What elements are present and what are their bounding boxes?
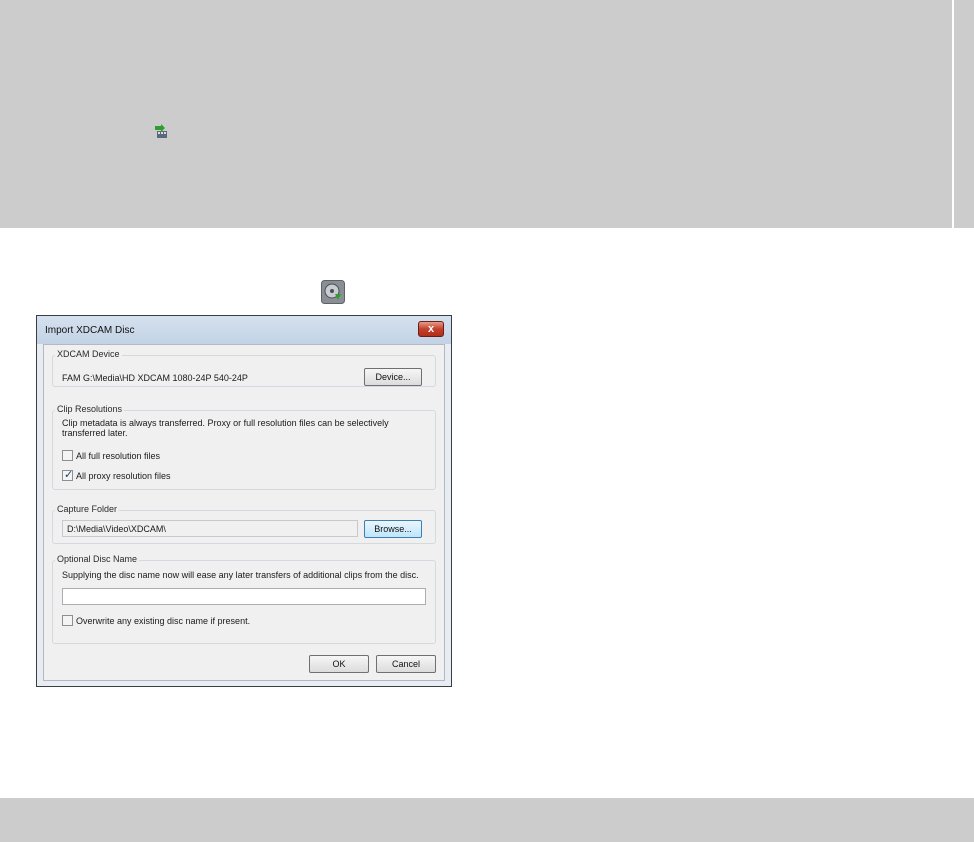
band-divider [952, 0, 954, 228]
clip-resolutions-group: Clip Resolutions Clip metadata is always… [52, 404, 436, 490]
capture-folder-legend: Capture Folder [55, 504, 120, 514]
capture-folder-group: Capture Folder D:\Media\Video\XDCAM\ Bro… [52, 504, 436, 544]
top-gray-band [0, 0, 974, 228]
disc-name-description: Supplying the disc name now will ease an… [62, 570, 419, 580]
full-resolution-label: All full resolution files [76, 451, 161, 461]
xdcam-device-group: XDCAM Device FAM G:\Media\HD XDCAM 1080-… [52, 349, 436, 387]
capture-folder-path: D:\Media\Video\XDCAM\ [67, 524, 166, 534]
proxy-resolution-label: All proxy resolution files [76, 471, 171, 481]
bottom-gray-band [0, 798, 974, 842]
proxy-resolution-checkbox[interactable]: ✓ [62, 469, 74, 481]
capture-folder-field: D:\Media\Video\XDCAM\ [62, 520, 358, 537]
browse-button[interactable]: Browse... [364, 520, 422, 538]
import-xdcam-dialog: Import XDCAM Disc x XDCAM Device FAM G:\… [36, 315, 452, 687]
dialog-titlebar: Import XDCAM Disc x [37, 316, 451, 344]
check-icon: ✓ [64, 469, 74, 481]
cancel-button[interactable]: Cancel [376, 655, 436, 673]
disc-name-input[interactable] [62, 588, 426, 605]
close-button[interactable]: x [418, 321, 444, 337]
clip-resolutions-description: Clip metadata is always transferred. Pro… [62, 418, 389, 438]
import-disc-icon[interactable] [321, 280, 345, 304]
disc-name-group: Optional Disc Name Supplying the disc na… [52, 554, 436, 644]
clip-resolutions-legend: Clip Resolutions [55, 404, 125, 414]
device-path: FAM G:\Media\HD XDCAM 1080-24P 540-24P [62, 373, 248, 383]
full-resolution-checkbox[interactable] [62, 450, 73, 461]
dialog-body: XDCAM Device FAM G:\Media\HD XDCAM 1080-… [43, 344, 445, 681]
dialog-title: Import XDCAM Disc [45, 325, 135, 336]
overwrite-label: Overwrite any existing disc name if pres… [76, 616, 251, 626]
overwrite-checkbox[interactable] [62, 615, 73, 626]
close-icon: x [427, 323, 435, 335]
disc-name-legend: Optional Disc Name [55, 554, 140, 564]
import-clip-icon [155, 124, 167, 138]
xdcam-device-legend: XDCAM Device [55, 349, 122, 359]
ok-button[interactable]: OK [309, 655, 369, 673]
device-button[interactable]: Device... [364, 368, 422, 386]
